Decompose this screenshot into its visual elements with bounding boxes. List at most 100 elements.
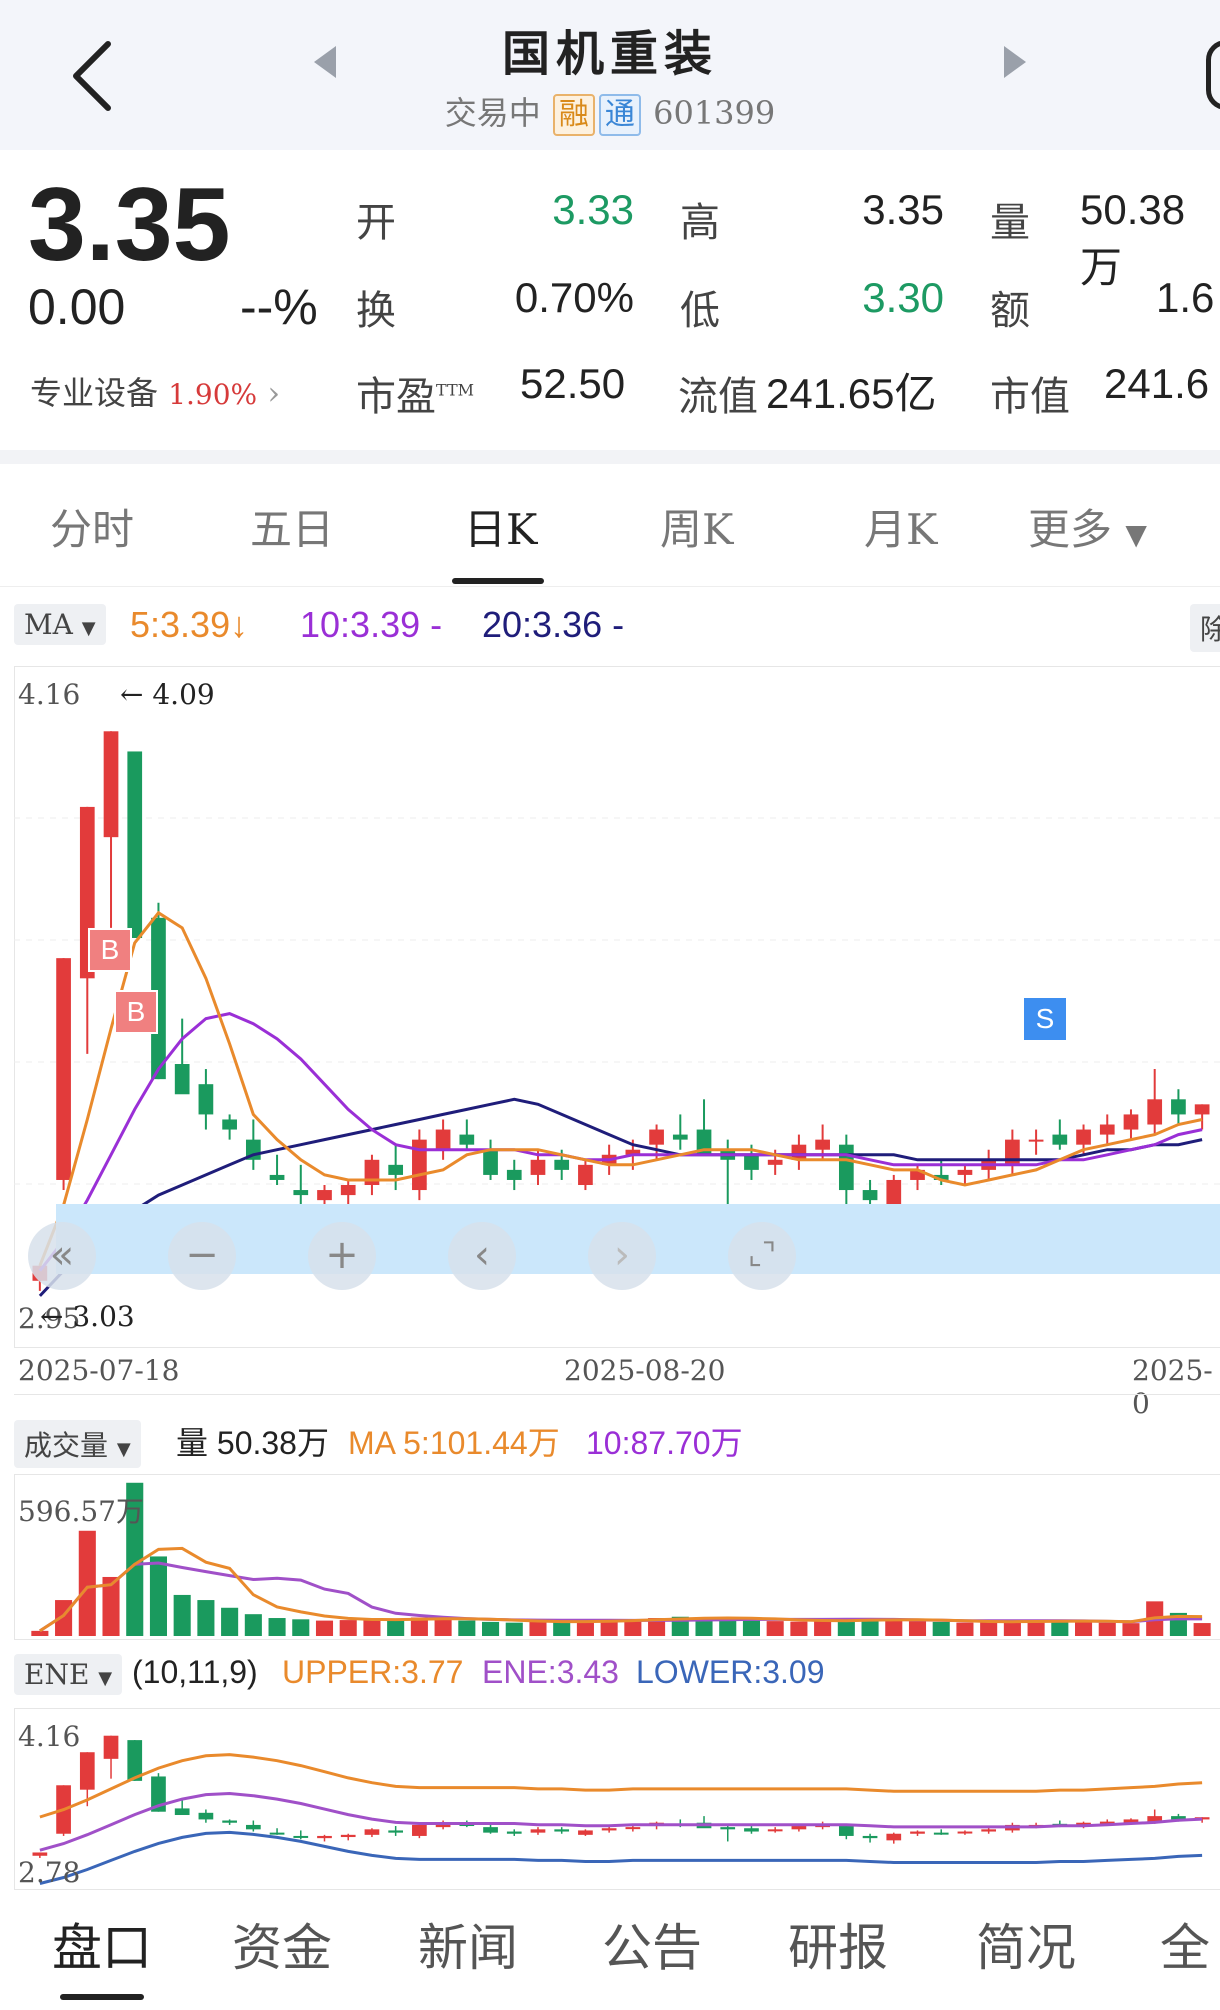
ma10-legend: 10:3.39 - — [300, 604, 443, 645]
candle-body — [1194, 1104, 1210, 1115]
volume-bar — [149, 1556, 167, 1636]
candle-body — [127, 751, 143, 938]
volume-bar — [482, 1621, 500, 1636]
candle-body — [554, 1159, 570, 1170]
ma-indicator-dropdown[interactable]: MA ▼ — [14, 604, 106, 645]
volume-bar — [315, 1620, 334, 1636]
ene-candle-body — [601, 1828, 617, 1831]
candle-body — [435, 1129, 451, 1150]
last-price: 3.35 — [28, 167, 231, 283]
tab-all[interactable]: 全 — [1160, 1908, 1210, 1980]
sell-marker[interactable]: S — [1024, 998, 1066, 1040]
buy-marker[interactable]: B — [88, 928, 132, 972]
volume-bar — [387, 1618, 405, 1636]
ene-candle-body — [388, 1830, 404, 1833]
ene-candle-body — [317, 1835, 332, 1839]
amount-value: 1.6 — [1156, 274, 1215, 321]
tab-order-book[interactable]: 盘口 — [52, 1908, 152, 1980]
ene-candle-body — [245, 1824, 261, 1830]
zoom-out-button[interactable]: − — [168, 1222, 236, 1290]
volume-y-max: 596.57万 — [18, 1495, 144, 1528]
rewind-button[interactable]: « — [28, 1222, 96, 1290]
caret-down-icon: ▼ — [1125, 518, 1147, 551]
volume-bar — [78, 1530, 96, 1636]
ene-candle-body — [198, 1812, 214, 1820]
ene-indicator-dropdown[interactable]: ENE ▼ — [14, 1654, 123, 1695]
mcap-value: 241.6 — [1104, 360, 1210, 407]
ene-candle-body — [791, 1826, 807, 1830]
ma20-legend: 20:3.36 - — [482, 604, 625, 645]
volume-bar — [268, 1618, 286, 1636]
volume-bar — [553, 1621, 571, 1636]
tab-monthly-k[interactable]: 月K — [864, 496, 937, 557]
candle-body — [1099, 1124, 1115, 1135]
volume-ma10-legend: 10:87.70万 — [586, 1425, 743, 1461]
candle-body — [388, 1164, 404, 1175]
active-tab-underline — [452, 578, 544, 584]
ene-y-min: 2.78 — [18, 1856, 81, 1889]
ene-params: (10,11,9) — [132, 1654, 258, 1690]
price-change: 0.00 — [28, 279, 126, 335]
ene-candle-body — [862, 1835, 878, 1839]
tab-more[interactable]: 更多 ▼ — [1028, 496, 1147, 557]
sector-link[interactable]: 专业设备 1.90% › — [30, 368, 280, 414]
tab-daily-k[interactable]: 日K — [464, 496, 537, 557]
bottom-tab-underline — [60, 1994, 144, 2000]
ene-candle-body — [412, 1824, 427, 1836]
candle-body — [103, 731, 119, 838]
rights-dropdown[interactable]: 除 — [1190, 604, 1220, 652]
ene-candle-body — [554, 1829, 570, 1832]
volume-bar — [197, 1600, 215, 1636]
volume-bar — [1098, 1622, 1116, 1636]
tab-capital[interactable]: 资金 — [232, 1908, 332, 1980]
tab-profile[interactable]: 简况 — [976, 1908, 1076, 1980]
candle-body — [1147, 1099, 1163, 1125]
sector-pct: 1.90% — [168, 378, 258, 411]
ene-candle-body — [174, 1808, 190, 1816]
tab-announcements[interactable]: 公告 — [602, 1908, 702, 1980]
fullscreen-button[interactable]: ⌞⌝ — [728, 1222, 796, 1290]
volume-chart[interactable] — [14, 1474, 1220, 1638]
scroll-left-button[interactable]: ‹ — [448, 1222, 516, 1290]
volume-indicator-dropdown[interactable]: 成交量 ▼ — [14, 1420, 141, 1468]
ene-candle-body — [933, 1832, 949, 1835]
ene-chart[interactable] — [14, 1708, 1220, 1888]
margin-tag: 融 — [552, 94, 595, 136]
candle-body — [838, 1144, 854, 1191]
tab-news[interactable]: 新闻 — [418, 1908, 518, 1980]
quote-panel: 3.35 0.00 --% 开 3.33 高 3.35 量 50.38万 换 0… — [0, 150, 1220, 450]
volume-bar — [505, 1622, 523, 1636]
zoom-in-button[interactable]: + — [308, 1222, 376, 1290]
volume-bar — [244, 1614, 262, 1636]
section-divider — [0, 450, 1220, 464]
tab-research[interactable]: 研报 — [788, 1908, 888, 1980]
candle-body — [578, 1164, 593, 1186]
candle-body — [317, 1190, 332, 1201]
scroll-right-button[interactable]: › — [588, 1222, 656, 1290]
float-value: 241.65亿 — [766, 370, 937, 417]
ene-candle-body — [720, 1827, 736, 1830]
down-arrow-icon: ↓ — [230, 604, 249, 645]
ene-candle-body — [506, 1831, 522, 1834]
candle-body — [174, 1064, 190, 1095]
candle-body — [1076, 1129, 1091, 1145]
ene-y-max: 4.16 — [18, 1720, 81, 1753]
kline-max-note: ← 4.09 — [120, 678, 215, 711]
turnover-value: 0.70% — [514, 274, 634, 321]
ene-upper: UPPER:3.77 — [282, 1654, 464, 1690]
candle-body — [530, 1159, 546, 1175]
volume-bar — [980, 1621, 998, 1636]
candle-body — [649, 1129, 664, 1145]
volume-bar — [363, 1619, 381, 1636]
tab-intraday[interactable]: 分时 — [50, 496, 134, 557]
buy-marker[interactable]: B — [114, 990, 158, 1034]
volume-bar — [742, 1620, 760, 1636]
tab-five-day[interactable]: 五日 — [250, 496, 334, 557]
ene-candle-body — [578, 1830, 593, 1835]
date-label: 2025-07-18 — [18, 1354, 180, 1387]
volume-bar — [31, 1630, 49, 1636]
tab-weekly-k[interactable]: 周K — [660, 496, 733, 557]
ene-candle-body — [79, 1752, 95, 1790]
ene-candle-body — [838, 1826, 854, 1836]
low-label: 低 — [680, 288, 720, 334]
